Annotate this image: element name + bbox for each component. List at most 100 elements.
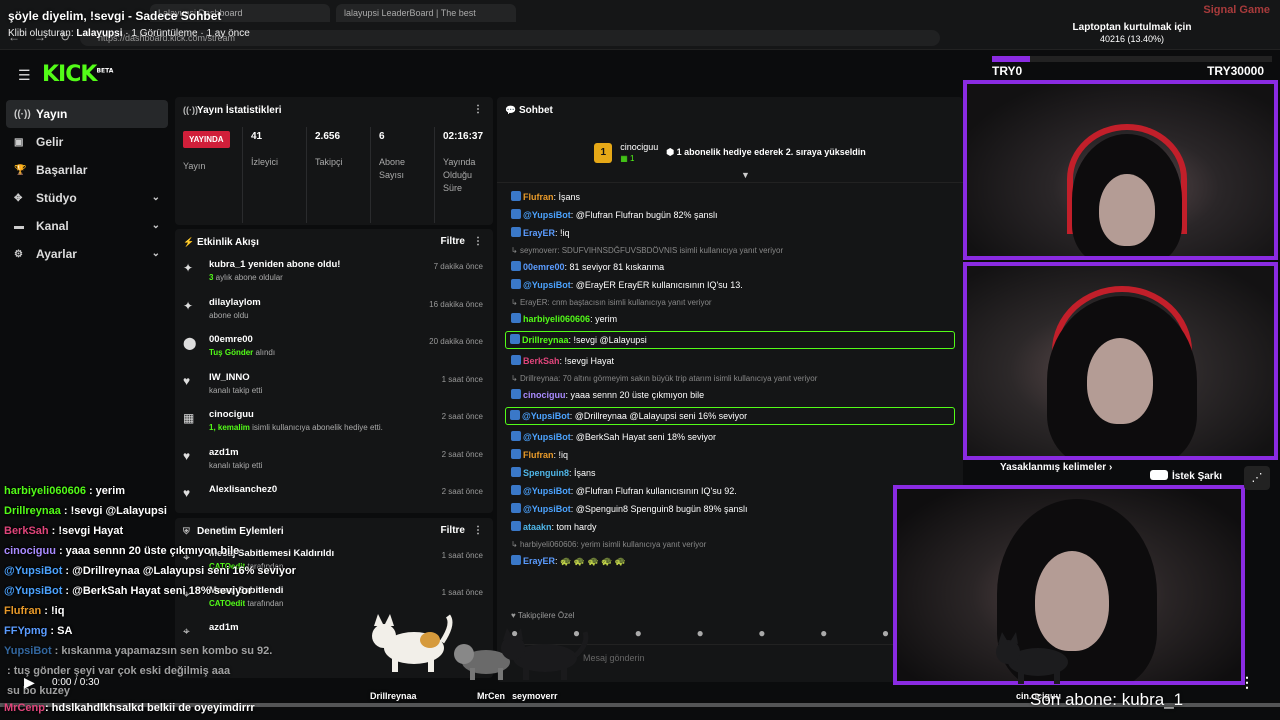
browser-tab[interactable]: lalayupsi LeaderBoard | The best	[336, 4, 516, 22]
chat-message[interactable]: @YupsiBot: @Drillreynaa @Lalayupsi seni …	[505, 407, 955, 425]
chat-message[interactable]: ErayER: !iq	[511, 227, 955, 239]
chat-message[interactable]: @YupsiBot: @Flufran Flufran kullanıcısın…	[511, 485, 955, 497]
chat-username[interactable]: Spenguin8	[523, 468, 569, 478]
pinned-text: ⬢ 1 abonelik hediye ederek 2. sıraya yük…	[666, 147, 866, 157]
emote-icon[interactable]: ●	[882, 626, 889, 640]
user-badge-icon	[511, 503, 521, 513]
chat-message[interactable]: cinociguu: yaaa sennn 20 üste çıkmıyon b…	[511, 389, 955, 401]
play-icon[interactable]: ▶	[24, 674, 35, 691]
chevron-down-icon[interactable]: ⌄	[152, 220, 160, 231]
chat-message[interactable]: @YupsiBot: @BerkSah Hayat seni 18% seviy…	[511, 431, 955, 443]
chat-username[interactable]: @YupsiBot	[523, 486, 571, 496]
kick-header: ☰ KICKBETA	[0, 52, 965, 94]
chat-username[interactable]: @YupsiBot	[523, 210, 571, 220]
webcam-feed	[963, 262, 1278, 460]
activity-time: 2 saat önce	[441, 412, 483, 421]
chat-username[interactable]: @YupsiBot	[522, 411, 570, 421]
chat-username[interactable]: cinociguu	[523, 390, 566, 400]
chat-text: : hdslkahdlkhsalkd belkii de oyeyimdirrr	[44, 702, 255, 714]
clip-creator[interactable]: Lalayupsi	[76, 28, 122, 39]
pinned-message[interactable]: 1 cinociguu ▦ 1 ⬢ 1 abonelik hediye eder…	[497, 123, 963, 183]
chat-username[interactable]: Flufran	[523, 192, 554, 202]
chat-username[interactable]: ErayER	[523, 556, 555, 566]
stat-value: 02:16:37	[443, 131, 484, 142]
sidebar-item[interactable]: ((·)) Yayın	[6, 100, 168, 128]
chat-message[interactable]: Flufran: !iq	[511, 449, 955, 461]
chat-message[interactable]: @YupsiBot: @Spenguin8 Spenguin8 bugün 89…	[511, 503, 955, 515]
activity-name: azd1m	[209, 446, 239, 458]
heart-icon: ♥	[183, 448, 191, 463]
chat-message[interactable]: @YupsiBot: @Flufran Flufran bugün 82% şa…	[511, 209, 955, 221]
chat-message[interactable]: BerkSah: !sevgi Hayat	[511, 355, 955, 367]
chevron-down-icon[interactable]: ⌄	[152, 192, 160, 203]
sidebar-item-label: Gelir	[36, 135, 64, 149]
last-subscriber: Son abone: kubra_1	[1030, 690, 1184, 709]
share-icon[interactable]: ⋰	[1244, 466, 1270, 490]
sidebar-item[interactable]: ▣ Gelir	[6, 128, 168, 156]
reply-icon: ↳	[511, 374, 520, 383]
user-badge-icon	[511, 521, 521, 531]
emote-icon[interactable]: ●	[758, 626, 765, 640]
moderation-filter-button[interactable]: Filtre	[441, 525, 465, 536]
activity-filter-button[interactable]: Filtre	[441, 236, 465, 247]
chat-message[interactable]: Flufran: İşans	[511, 191, 955, 203]
chat-username[interactable]: harbiyeli060606	[523, 314, 590, 324]
activity-item[interactable]: ✦ kubra_1 yeniden abone oldu! 3 aylık ab…	[175, 255, 493, 293]
emote-icon[interactable]: ●	[696, 626, 703, 640]
chat-username[interactable]: ataakn	[523, 522, 552, 532]
chat-message[interactable]: harbiyeli060606: yerim	[511, 313, 955, 325]
sidebar-item[interactable]: ✥ Stüdyo ⌄	[6, 184, 168, 212]
chat-text: : İşans	[553, 192, 581, 202]
chat-text: : yaaa sennn 20 üste çıkmıyon bile	[58, 545, 240, 557]
channel-icon: ▬	[14, 220, 24, 232]
chevron-down-icon[interactable]: ⌄	[152, 248, 160, 259]
chat-username[interactable]: @YupsiBot	[523, 504, 571, 514]
activity-item[interactable]: ⬤ 00emre00 Tuş Gönder alındı 20 dakika ö…	[175, 330, 493, 368]
chat-username[interactable]: Drillreynaa	[522, 335, 569, 345]
chat-username: BerkSah	[4, 525, 49, 537]
banned-words-button[interactable]: Yasaklanmış kelimeler ›	[1000, 462, 1112, 473]
chat-message[interactable]: ErayER: 🐢 🐢 🐢 🐢 🐢	[511, 555, 955, 567]
chat-message[interactable]: @YupsiBot: @ErayER ErayER kullanıcısının…	[511, 279, 955, 291]
more-options-icon[interactable]: ⋮	[1240, 674, 1254, 691]
kick-logo[interactable]: KICKBETA	[42, 62, 113, 87]
sidebar-item-label: Ayarlar	[36, 247, 77, 261]
chat-username[interactable]: ErayER	[523, 228, 555, 238]
scroll-down-icon[interactable]: ▼	[741, 170, 750, 180]
activity-item[interactable]: ♥ IW_INNO kanalı takip etti 1 saat önce	[175, 368, 493, 406]
sidebar-item[interactable]: 🏆 Başarılar	[6, 156, 168, 184]
emote-icon[interactable]: ●	[820, 626, 827, 640]
more-options-icon[interactable]: ⋮	[473, 525, 483, 536]
activity-feed-panel: ⚡ Etkinlik Akışı Filtre ⋮ ✦ kubra_1 yeni…	[175, 229, 493, 513]
goal-min: TRY0	[992, 64, 1023, 78]
emote-icon[interactable]: ●	[635, 626, 642, 640]
chat-message[interactable]: Spenguin8: İşans	[511, 467, 955, 479]
stream-stats-title: Yayın İstatistikleri	[197, 104, 282, 116]
activity-item[interactable]: ▦ cinociguu 1, kemalim isimli kullanıcıy…	[175, 405, 493, 443]
chat-username[interactable]: @YupsiBot	[523, 432, 571, 442]
chat-message[interactable]: ataakn: tom hardy	[511, 521, 955, 533]
chat-text: : @BerkSah Hayat seni 18% seviyor	[65, 585, 253, 597]
stat-label: Yayında Olduğu Süre	[443, 157, 476, 193]
activity-item[interactable]: ♥ azd1m kanalı takip etti 2 saat önce	[175, 443, 493, 481]
chat-text: : yerim	[590, 314, 618, 324]
sidebar-item[interactable]: ▬ Kanal ⌄	[6, 212, 168, 240]
more-options-icon[interactable]: ⋮	[473, 104, 483, 115]
chat-message[interactable]: Drillreynaa: !sevgi @Lalayupsi	[505, 331, 955, 349]
chat-username[interactable]: @YupsiBot	[523, 280, 571, 290]
chat-username[interactable]: 00emre00	[523, 262, 565, 272]
sidebar-item[interactable]: ⚙ Ayarlar ⌄	[6, 240, 168, 268]
chat-username[interactable]: Flufran	[523, 450, 554, 460]
clip-meta: Klibi oluşturan: Lalayupsi · 1 Görüntüle…	[8, 28, 250, 39]
more-options-icon[interactable]: ⋮	[473, 236, 483, 247]
chat-username[interactable]: BerkSah	[523, 356, 560, 366]
live-badge: YAYINDA	[183, 131, 230, 148]
chat-text: : 81 seviyor 81 kıskanma	[564, 262, 665, 272]
song-request-button[interactable]: İstek Şarkı	[1150, 470, 1222, 482]
chat-message[interactable]: 00emre00: 81 seviyor 81 kıskanma	[511, 261, 955, 273]
stat-label: Yayın	[183, 161, 206, 171]
gift-icon: ▦	[620, 153, 631, 163]
chat-username: Drillreynaa	[4, 505, 61, 517]
menu-icon[interactable]: ☰	[18, 67, 31, 84]
activity-item[interactable]: ✦ dilaylaylom abone oldu 16 dakika önce	[175, 293, 493, 331]
